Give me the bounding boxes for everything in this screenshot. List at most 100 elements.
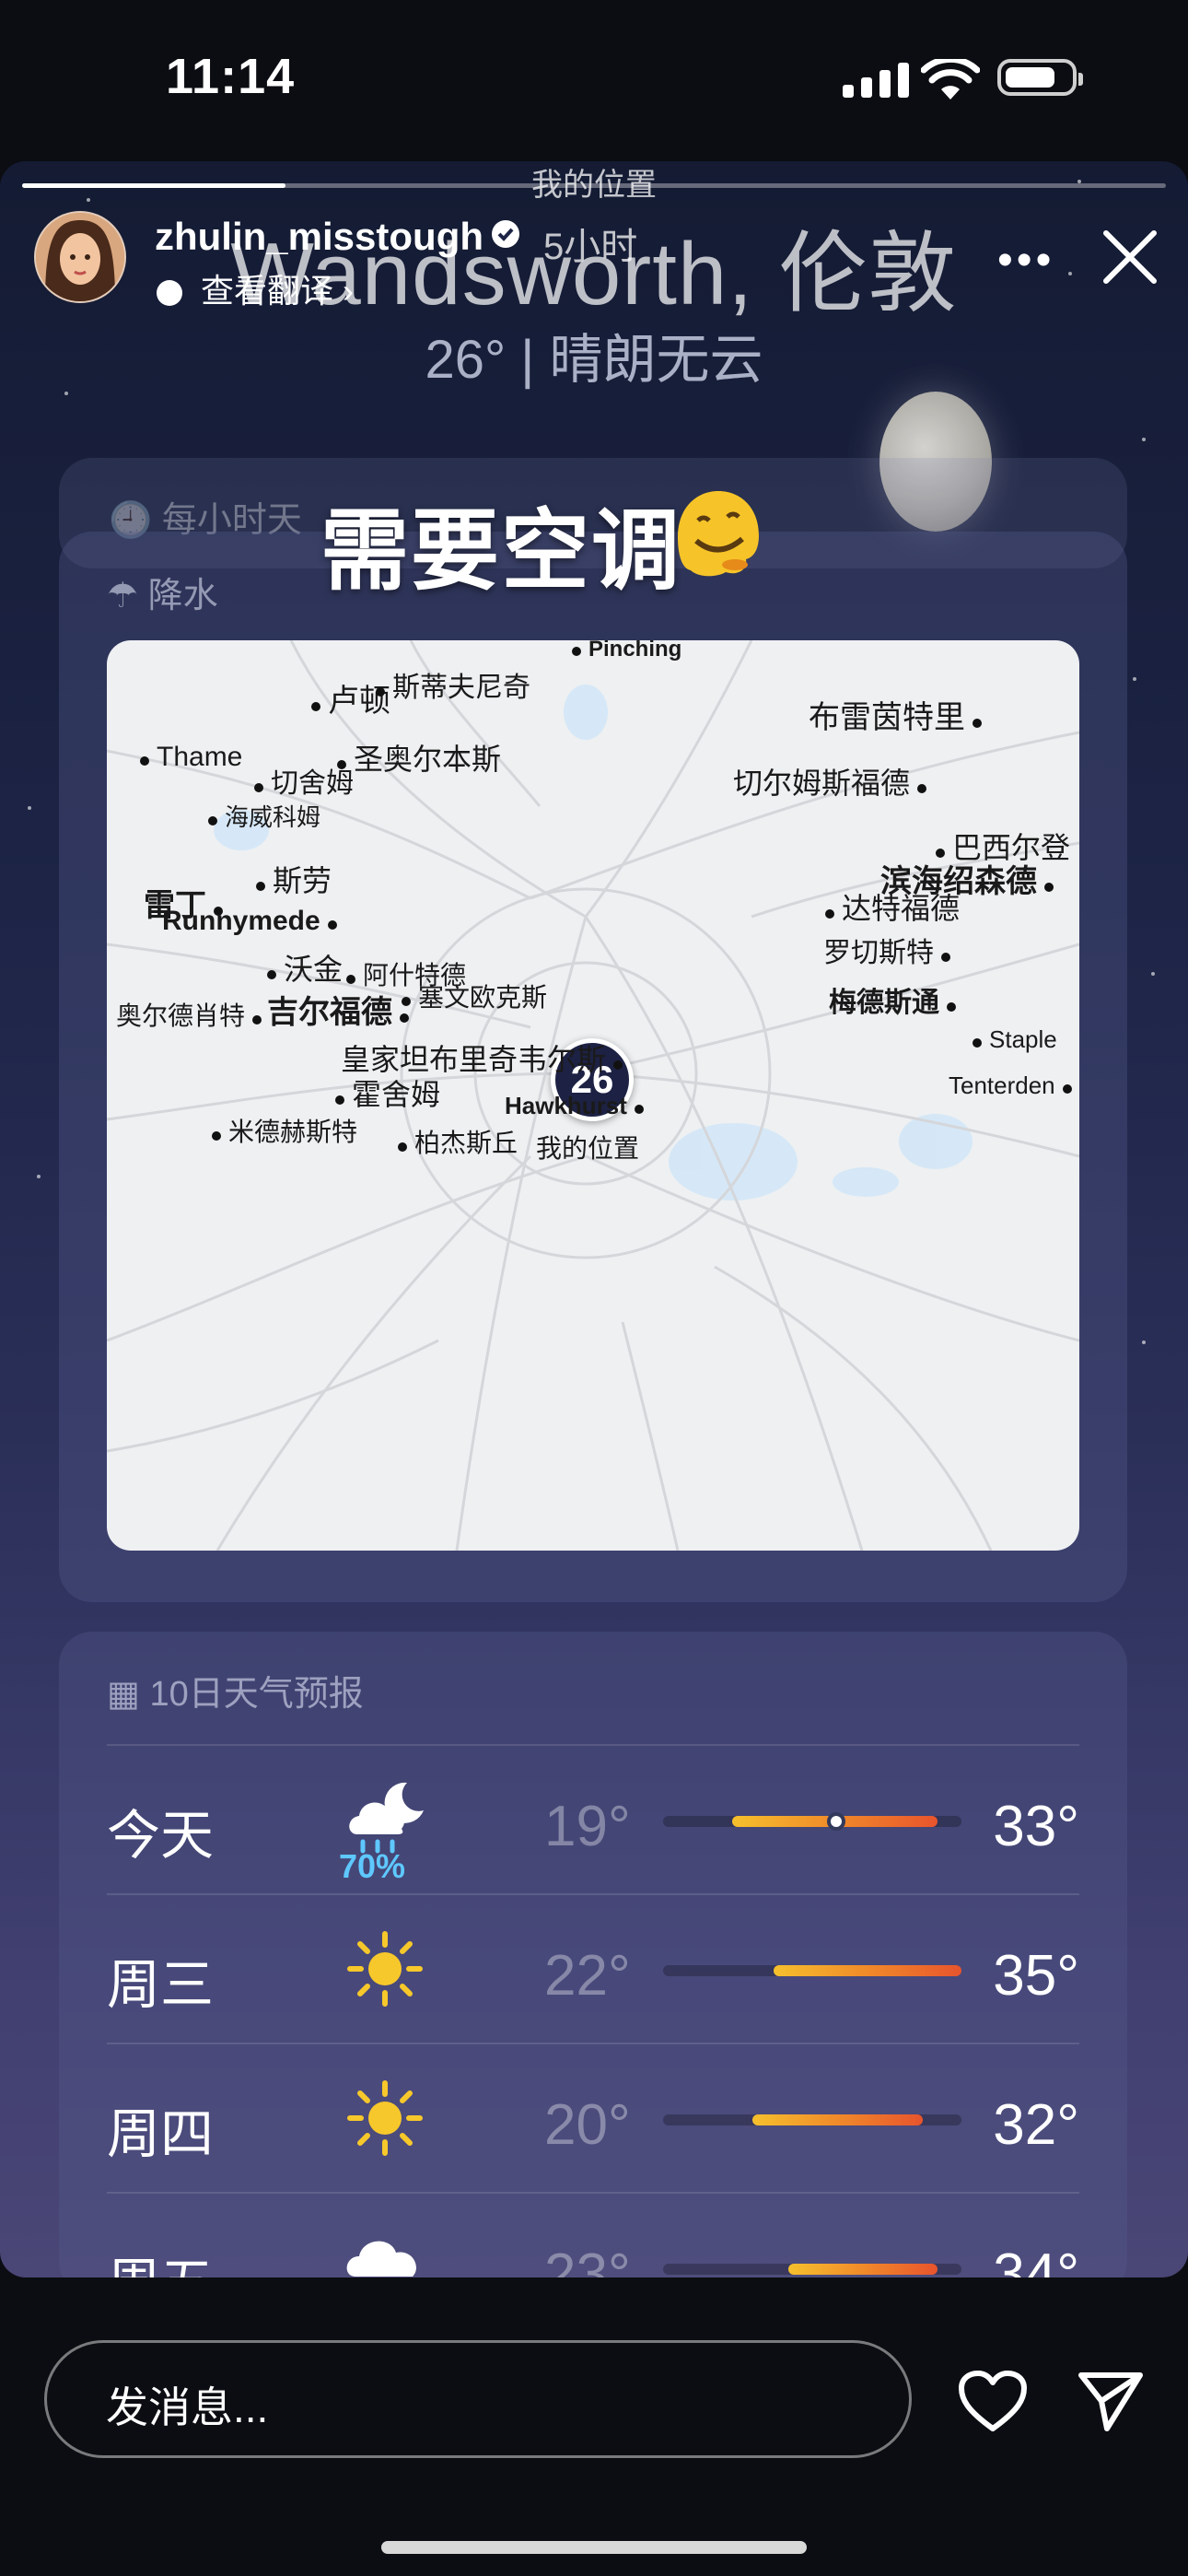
post-time: 5小时 xyxy=(543,227,638,267)
forecast-day: 周五 xyxy=(107,2240,214,2277)
place-dot xyxy=(973,719,982,728)
place-name: 斯劳 xyxy=(273,864,332,897)
location-label: 我的位置 xyxy=(531,168,657,203)
place-dot xyxy=(634,1105,644,1114)
map-place-label: 柏杰斯丘 xyxy=(398,1123,518,1160)
place-name: Tenterden xyxy=(949,1071,1055,1099)
place-dot xyxy=(140,756,149,766)
precipitation-map[interactable]: 26 我的位置 Pinching 卢顿 斯蒂夫尼奇 布雷茵特里 Thame 圣奥尔本斯 切舍… xyxy=(107,640,1079,1551)
place-dot xyxy=(1044,883,1054,892)
precipitation-chance: 70% xyxy=(339,1847,406,1885)
map-place-label: 奥尔德肖特 xyxy=(116,996,262,1033)
thunderstorm-icon xyxy=(339,2221,431,2277)
place-name: Thame xyxy=(157,742,243,772)
place-name: 罗切斯特 xyxy=(823,938,934,968)
forecast-row[interactable]: 周三 22° 35° xyxy=(107,1893,1079,2044)
temp-range-fill xyxy=(752,2114,923,2125)
map-place-label: 切舍姆 xyxy=(254,760,354,801)
map-place-label: 斯蒂夫尼奇 xyxy=(376,664,530,705)
place-name: Staple xyxy=(989,1025,1057,1053)
place-name: Pinching xyxy=(588,640,682,662)
cellular-signal-icon xyxy=(843,63,909,98)
place-name: Hawkhurst xyxy=(505,1092,627,1119)
status-bar: 11:14 xyxy=(0,0,1188,161)
map-place-label: Staple xyxy=(973,1025,1057,1054)
map-place-label: 沃金 xyxy=(267,946,343,989)
map-place-label: 霍舍姆 xyxy=(335,1071,440,1114)
battery-icon xyxy=(997,59,1083,96)
wifi-icon xyxy=(921,59,980,100)
story-viewer[interactable]: 我的位置 Wandsworth, 伦敦 26° | 晴朗无云 zhulin_mi… xyxy=(0,161,1188,2277)
place-name: 切尔姆斯福德 xyxy=(733,767,911,800)
place-dot xyxy=(613,1060,623,1070)
place-dot xyxy=(572,647,581,656)
temperature-condition: 26° | 晴朗无云 xyxy=(425,330,763,390)
current-temp-marker xyxy=(826,1812,845,1831)
temp-range-fill xyxy=(788,2264,938,2275)
map-place-label: 米德赫斯特 xyxy=(212,1112,357,1149)
place-name: 布雷茵特里 xyxy=(809,700,965,735)
place-name: 塞文欧克斯 xyxy=(418,983,548,1012)
forecast-row[interactable]: 周四 20° 32° xyxy=(107,2043,1079,2194)
temp-range-bar xyxy=(663,2114,961,2125)
verified-badge-icon xyxy=(492,220,519,248)
map-place-label: 圣奥尔本斯 xyxy=(337,736,501,779)
place-dot xyxy=(402,997,411,1006)
message-input[interactable]: 发消息... xyxy=(44,2340,912,2458)
place-dot xyxy=(335,1095,344,1105)
high-temp: 34° xyxy=(993,2242,1079,2277)
message-placeholder: 发消息... xyxy=(106,2383,269,2431)
see-translation-link[interactable]: 查看翻译 › xyxy=(157,264,354,312)
see-translation-label: 查看翻译 xyxy=(201,272,334,310)
precipitation-label: ☂ 降水 xyxy=(107,577,218,615)
map-place-label: 布雷茵特里 xyxy=(809,692,982,737)
low-temp: 19° xyxy=(544,1795,631,1858)
place-name: 海威科姆 xyxy=(225,803,321,831)
place-name: 奥尔德肖特 xyxy=(116,1001,246,1030)
home-indicator[interactable] xyxy=(381,2541,807,2554)
close-icon[interactable] xyxy=(1101,228,1159,287)
place-name: 斯蒂夫尼奇 xyxy=(392,673,530,703)
map-place-label: 斯劳 xyxy=(256,858,332,900)
forecast-day: 周四 xyxy=(107,2104,215,2164)
map-place-label: 梅德斯通 xyxy=(829,979,956,1020)
avatar[interactable] xyxy=(34,211,126,303)
temp-range-bar xyxy=(663,1965,961,1976)
place-name: 柏杰斯丘 xyxy=(414,1129,518,1157)
chevron-right-icon: › xyxy=(333,272,355,310)
temp-range-bar xyxy=(663,2264,961,2275)
place-dot xyxy=(1062,1084,1072,1094)
forecast-day: 今天 xyxy=(107,1806,215,1866)
place-dot xyxy=(254,783,263,792)
place-name: 霍舍姆 xyxy=(352,1078,441,1111)
ten-day-forecast-label: ▦ 10日天气预报 xyxy=(107,1675,364,1714)
place-name: 米德赫斯特 xyxy=(228,1118,358,1146)
map-place-label: Pinching xyxy=(572,640,681,662)
place-name: 圣奥尔本斯 xyxy=(354,743,502,776)
more-options-icon[interactable]: ••• xyxy=(997,235,1054,286)
place-dot xyxy=(398,1142,407,1152)
status-time: 11:14 xyxy=(166,49,296,104)
forecast-row[interactable]: 周五 23° 34° xyxy=(107,2192,1079,2277)
sun-icon xyxy=(339,1923,431,2015)
high-temp: 32° xyxy=(993,2093,1079,2157)
map-place-label: 达特福德 xyxy=(825,885,960,928)
forecast-row[interactable]: 今天 70% 19° 33° xyxy=(107,1744,1079,1895)
place-dot xyxy=(917,784,927,793)
place-dot xyxy=(947,1002,956,1012)
map-place-label: Thame xyxy=(140,742,242,773)
send-icon[interactable] xyxy=(1076,2368,1146,2432)
place-name: 达特福德 xyxy=(842,892,961,925)
low-temp: 20° xyxy=(544,2093,631,2157)
map-place-label: 罗切斯特 xyxy=(823,930,950,970)
place-dot xyxy=(252,1015,262,1025)
place-dot xyxy=(346,975,355,984)
username[interactable]: zhulin_misstough xyxy=(155,215,483,259)
place-name: 梅德斯通 xyxy=(829,988,939,1018)
place-dot xyxy=(311,702,320,711)
heart-icon[interactable] xyxy=(958,2370,1028,2434)
place-dot xyxy=(327,920,337,930)
place-dot xyxy=(973,1038,982,1048)
place-dot xyxy=(256,882,265,891)
map-place-label: 切尔姆斯福德 xyxy=(733,760,927,802)
